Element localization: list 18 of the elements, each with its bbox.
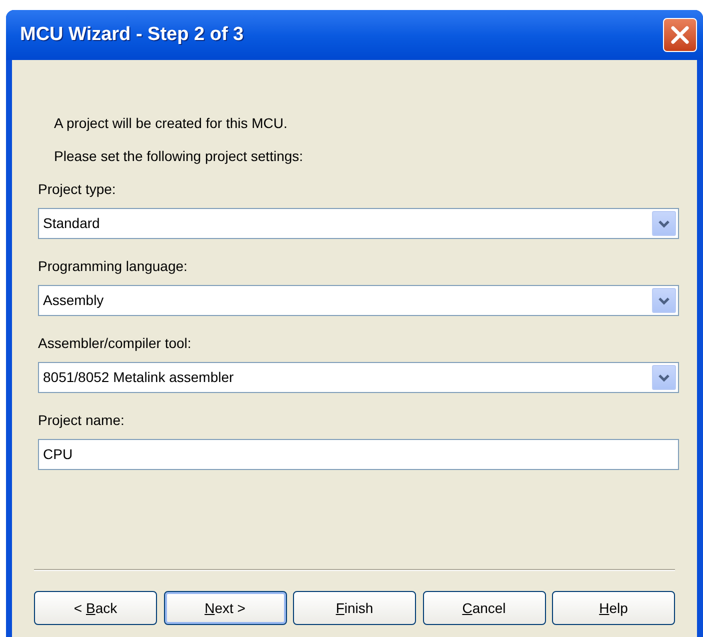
dialog-button[interactable]: Next > [164, 591, 286, 625]
dropdown-field[interactable]: Assembly [38, 285, 679, 316]
dialog-button[interactable]: Help [552, 591, 675, 625]
dialog-button[interactable]: Cancel [422, 591, 546, 625]
dropdown-field[interactable]: 8051/8052 Metalink assembler [38, 362, 679, 393]
field-label: Programming language: [38, 257, 188, 276]
window-title: MCU Wizard - Step 2 of 3 [20, 22, 244, 47]
instruction-text: A project will be created for this MCU. [54, 114, 288, 133]
text-input-field[interactable]: CPU [38, 439, 679, 470]
dialog-button[interactable]: < Back [34, 591, 157, 625]
field-label: Assembler/compiler tool: [38, 334, 192, 353]
instruction-text: Please set the following project settings: [54, 147, 304, 166]
field-label: Project name: [38, 411, 124, 430]
field-label: Project type: [38, 180, 116, 199]
dropdown-field[interactable]: Standard [38, 208, 679, 239]
dialog-button[interactable]: Finish [293, 591, 416, 625]
close-button[interactable] [663, 18, 697, 52]
close-icon [670, 25, 690, 45]
